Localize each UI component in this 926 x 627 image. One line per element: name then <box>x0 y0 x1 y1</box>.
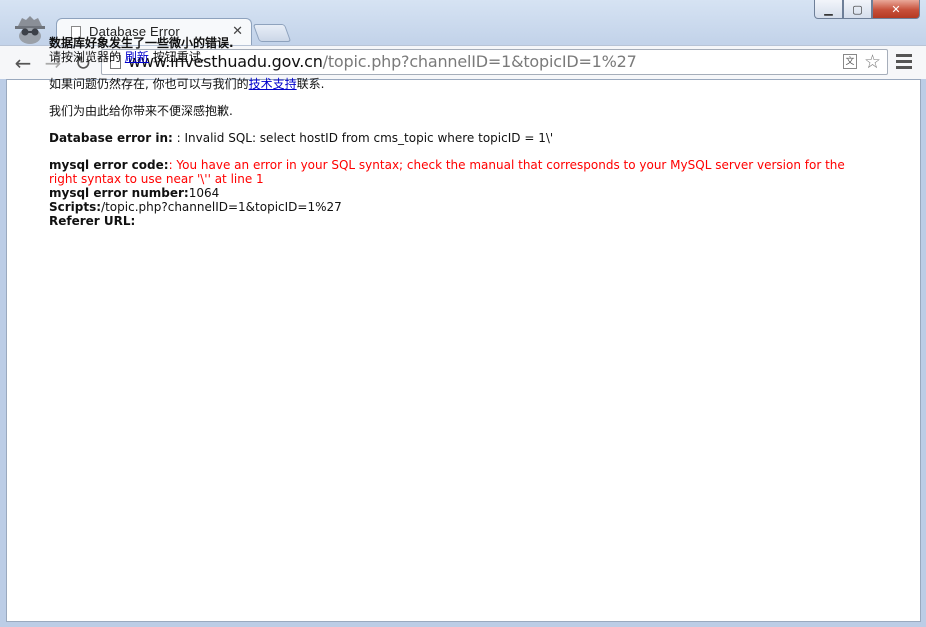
support-line: 如果问题仍然存在, 你也可以与我们的技术支持联系. <box>49 77 869 91</box>
scripts-value: /topic.php?channelID=1&topicID=1%27 <box>101 200 342 214</box>
mysql-number-line: mysql error number:1064 <box>49 186 869 200</box>
referer-label: Referer URL: <box>49 214 136 228</box>
retry-text-post: 按钮重试. <box>152 50 205 64</box>
refresh-link[interactable]: 刷新 <box>125 50 149 64</box>
mysql-number-value: 1064 <box>188 186 220 200</box>
db-error-label: Database error in: <box>49 131 173 145</box>
close-window-button[interactable]: ✕ <box>872 0 920 19</box>
mysql-number-label: mysql error number: <box>49 186 189 200</box>
retry-line: 请按浏览器的 刷新 按钮重试. <box>49 50 869 64</box>
scripts-line: Scripts:/topic.php?channelID=1&topicID=1… <box>49 200 869 214</box>
back-button[interactable]: ← <box>12 51 34 75</box>
apology-text: 我们为由此给你带来不便深感抱歉. <box>49 104 233 118</box>
retry-text-pre: 请按浏览器的 <box>49 50 122 64</box>
mysql-code-line: mysql error code:: You have an error in … <box>49 158 869 186</box>
error-heading: 数据库好象发生了一些微小的错误. <box>49 36 234 50</box>
mysql-code-label: mysql error code: <box>49 158 169 172</box>
referer-line: Referer URL: <box>49 214 869 228</box>
menu-icon[interactable] <box>896 54 912 70</box>
window-controls: ▁ ▢ ✕ <box>814 0 920 19</box>
incognito-icon <box>12 12 48 44</box>
mysql-code-value: : You have an error in your SQL syntax; … <box>49 158 845 186</box>
support-text-post: 联系. <box>296 77 325 91</box>
db-error-value: : Invalid SQL: select hostID from cms_to… <box>176 131 554 145</box>
maximize-button[interactable]: ▢ <box>843 0 872 19</box>
minimize-button[interactable]: ▁ <box>814 0 843 19</box>
db-error-line: Database error in: : Invalid SQL: select… <box>49 131 869 145</box>
support-link[interactable]: 技术支持 <box>249 77 297 91</box>
support-text-pre: 如果问题仍然存在, 你也可以与我们的 <box>49 77 249 91</box>
scripts-label: Scripts: <box>49 200 102 214</box>
error-content: 数据库好象发生了一些微小的错误. 请按浏览器的 刷新 按钮重试. 如果问题仍然存… <box>49 36 869 228</box>
browser-window: ▁ ▢ ✕ Database Error ✕ ← → ↻ www.investh… <box>0 0 926 627</box>
